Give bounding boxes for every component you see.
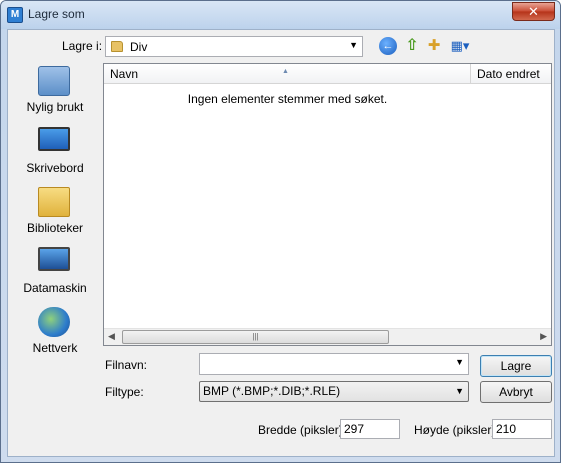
- dialog-body: Lagre i: Div ▼ ← ⇧ ✚ ▦▾ Nylig brukt Skri…: [7, 29, 555, 457]
- place-desktop[interactable]: Skrivebord: [8, 125, 102, 183]
- window-title: Lagre som: [28, 7, 85, 21]
- height-input[interactable]: 210: [492, 419, 552, 439]
- filetype-label: Filtype:: [105, 385, 144, 399]
- scrollbar-thumb[interactable]: |||: [122, 330, 389, 344]
- filetype-value: BMP (*.BMP;*.DIB;*.RLE): [203, 384, 341, 398]
- recent-places-icon: [38, 66, 70, 96]
- title-bar[interactable]: M Lagre som ✕: [1, 1, 560, 29]
- save-as-dialog: M Lagre som ✕ Lagre i: Div ▼ ← ⇧ ✚ ▦▾ Ny…: [0, 0, 561, 463]
- computer-icon: [38, 247, 70, 271]
- width-label: Bredde (piksler): [258, 423, 343, 437]
- width-input[interactable]: 297: [340, 419, 400, 439]
- column-header-label: Dato endret: [477, 67, 540, 81]
- column-header-name[interactable]: Navn ▲: [104, 64, 471, 84]
- back-button[interactable]: ←: [379, 37, 397, 55]
- place-label: Nettverk: [32, 341, 78, 355]
- column-header-label: Navn: [110, 67, 139, 81]
- filetype-dropdown[interactable]: BMP (*.BMP;*.DIB;*.RLE) ▼: [199, 381, 469, 402]
- chevron-down-icon: ▼: [455, 386, 464, 396]
- place-label: Nylig brukt: [26, 100, 84, 114]
- empty-message: Ingen elementer stemmer med søket.: [187, 92, 388, 106]
- place-libraries[interactable]: Biblioteker: [8, 185, 102, 243]
- cancel-button[interactable]: Avbryt: [480, 381, 552, 403]
- network-icon: [38, 307, 70, 337]
- chevron-down-icon[interactable]: ▼: [455, 357, 464, 367]
- save-in-dropdown[interactable]: Div ▼: [105, 36, 363, 57]
- place-label: Datamaskin: [23, 281, 87, 295]
- chevron-down-icon: ▼: [349, 40, 358, 50]
- up-folder-button[interactable]: ⇧: [403, 37, 421, 55]
- place-label: Biblioteker: [26, 221, 84, 235]
- place-recent[interactable]: Nylig brukt: [8, 64, 102, 122]
- close-button[interactable]: ✕: [512, 2, 555, 21]
- save-in-value: Div: [130, 40, 148, 54]
- libraries-icon: [38, 187, 70, 217]
- app-icon: M: [7, 7, 23, 23]
- views-menu-button[interactable]: ▦▾: [448, 37, 472, 55]
- desktop-icon: [38, 127, 70, 151]
- place-network[interactable]: Nettverk: [8, 305, 102, 363]
- file-list[interactable]: Navn ▲ Dato endret Ingen elementer stemm…: [103, 63, 552, 346]
- folder-icon: [111, 41, 123, 52]
- places-bar: Nylig brukt Skrivebord Biblioteker Datam…: [8, 64, 102, 374]
- sort-ascending-icon: ▲: [282, 68, 289, 75]
- scroll-right-icon[interactable]: ▶: [540, 331, 547, 342]
- scroll-left-icon[interactable]: ◀: [108, 331, 115, 342]
- filename-label: Filnavn:: [105, 358, 148, 372]
- save-in-label: Lagre i:: [62, 39, 103, 53]
- horizontal-scrollbar[interactable]: ◀ ||| ▶: [104, 328, 551, 345]
- column-header-date-modified[interactable]: Dato endret: [471, 64, 551, 84]
- place-label: Skrivebord: [26, 161, 84, 175]
- save-button[interactable]: Lagre: [480, 355, 552, 377]
- filename-input[interactable]: ▼: [199, 353, 469, 375]
- height-label: Høyde (piksler): [414, 423, 496, 437]
- place-computer[interactable]: Datamaskin: [8, 245, 102, 303]
- new-folder-button[interactable]: ✚: [425, 37, 443, 55]
